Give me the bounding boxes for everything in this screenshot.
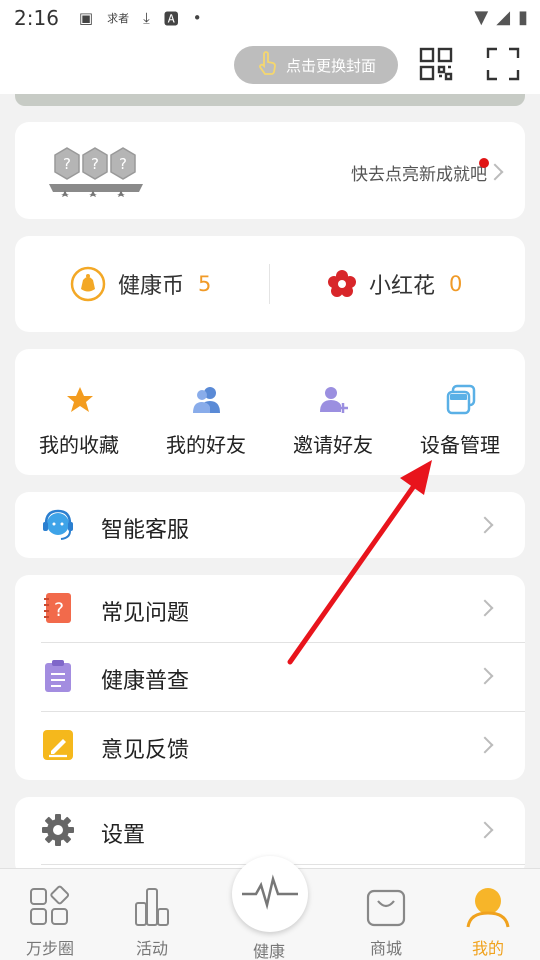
health-coin-value: 5: [198, 272, 212, 296]
badge-2-mark: ?: [91, 155, 99, 173]
edit-feedback-icon: [43, 730, 73, 760]
tab-steps-circle[interactable]: 万步圈: [0, 869, 100, 960]
chevron-right-icon: [476, 821, 494, 839]
rewards-card: 健康币 5 小红花 0: [15, 236, 525, 332]
qr-code-icon[interactable]: [418, 46, 454, 82]
scan-icon[interactable]: [485, 46, 521, 82]
profile-icon: [466, 888, 510, 928]
achievements-card[interactable]: ? ? ? 快去点亮新成就吧: [15, 122, 525, 219]
my-friends-label: 我的好友: [166, 433, 246, 457]
tab-activities-label: 活动: [135, 939, 168, 958]
badge-3-mark: ?: [119, 155, 127, 173]
font-app-icon: 🅰: [163, 9, 179, 28]
red-flower-value: 0: [449, 272, 463, 296]
feedback-row[interactable]: 意见反馈: [15, 712, 525, 780]
tab-mine[interactable]: 我的: [438, 869, 538, 960]
health-check-row[interactable]: 健康普查: [15, 643, 525, 711]
friends-icon: [193, 387, 220, 413]
chevron-right-icon: [476, 516, 494, 534]
download-icon: ⤓: [143, 9, 150, 27]
more-notifications-icon: •: [192, 9, 202, 27]
gallery-icon: ▣: [78, 9, 94, 27]
health-coin-label: 健康币: [118, 274, 185, 299]
customer-service-icon: [43, 509, 73, 540]
smart-service-label: 智能客服: [101, 518, 190, 543]
notification-app-icon: 求者: [107, 12, 130, 25]
change-cover-label: 点击更换封面: [285, 56, 376, 75]
device-management-label: 设备管理: [420, 433, 500, 457]
new-badge-dot: [479, 158, 489, 168]
status-time: 2:16: [14, 6, 59, 30]
status-bar: 2:16 ▣ 求者 ⤓ 🅰 • ▼ ◢ ▮: [0, 0, 540, 36]
feedback-label: 意见反馈: [101, 738, 190, 763]
health-coin-icon: [70, 266, 106, 302]
tab-steps-circle-label: 万步圈: [25, 939, 74, 958]
tab-mall[interactable]: 商城: [336, 869, 436, 960]
faq-label: 常见问题: [101, 601, 190, 626]
red-flower-icon: [328, 270, 356, 297]
red-flower-label: 小红花: [369, 274, 436, 299]
my-favorites-button[interactable]: 我的收藏: [15, 349, 143, 475]
wifi-icon: ▼: [474, 7, 489, 28]
shopping-bag-icon: [366, 889, 406, 927]
customer-service-card: 智能客服: [15, 492, 525, 558]
signal-icon: ◢: [496, 7, 511, 28]
hand-tap-icon: [256, 50, 278, 80]
svg-text:?: ?: [54, 599, 64, 621]
device-management-icon: [446, 384, 476, 415]
battery-icon: ▮: [518, 7, 528, 28]
chevron-right-icon: [486, 163, 504, 181]
my-friends-button[interactable]: 我的好友: [142, 349, 270, 475]
smart-service-row[interactable]: 智能客服: [15, 492, 525, 560]
my-favorites-label: 我的收藏: [39, 433, 119, 457]
chevron-right-icon: [476, 599, 494, 617]
activities-icon: [135, 888, 169, 926]
gear-icon: [42, 814, 74, 846]
cover-image[interactable]: [15, 94, 525, 106]
top-bar: 点击更换封面: [0, 36, 540, 94]
tab-mine-label: 我的: [471, 939, 504, 958]
help-card: ? 常见问题 健康普查 意见反馈: [15, 575, 525, 780]
health-check-label: 健康普查: [101, 669, 190, 694]
tab-health[interactable]: [232, 856, 308, 932]
divider: [269, 264, 270, 304]
health-coin-entry[interactable]: 健康币 5: [70, 236, 211, 332]
invite-friends-label: 邀请好友: [293, 433, 373, 457]
faq-row[interactable]: ? 常见问题: [15, 575, 525, 643]
chevron-right-icon: [476, 667, 494, 685]
star-icon: [67, 387, 93, 412]
achievement-badges: ? ? ?: [47, 142, 147, 202]
tab-activities[interactable]: 活动: [102, 869, 202, 960]
faq-icon: ?: [44, 593, 71, 623]
invite-friends-button[interactable]: 邀请好友: [269, 349, 397, 475]
settings-label: 设置: [101, 823, 146, 848]
heartbeat-icon: [242, 874, 298, 910]
achievement-prompt: 快去点亮新成就吧: [351, 165, 487, 185]
clipboard-icon: [45, 660, 71, 692]
shortcuts-card: 我的收藏 我的好友 邀请好友 设备管理: [15, 349, 525, 475]
device-management-button[interactable]: 设备管理: [396, 349, 524, 475]
steps-circle-icon: [30, 885, 70, 925]
tab-health-label: 健康: [252, 942, 285, 960]
red-flower-entry[interactable]: 小红花 0: [327, 236, 462, 332]
chevron-right-icon: [476, 736, 494, 754]
invite-friend-icon: [320, 387, 348, 413]
change-cover-button[interactable]: 点击更换封面: [234, 46, 398, 84]
tab-mall-label: 商城: [369, 939, 402, 958]
settings-row[interactable]: 设置: [15, 797, 525, 865]
badge-1-mark: ?: [63, 155, 71, 173]
